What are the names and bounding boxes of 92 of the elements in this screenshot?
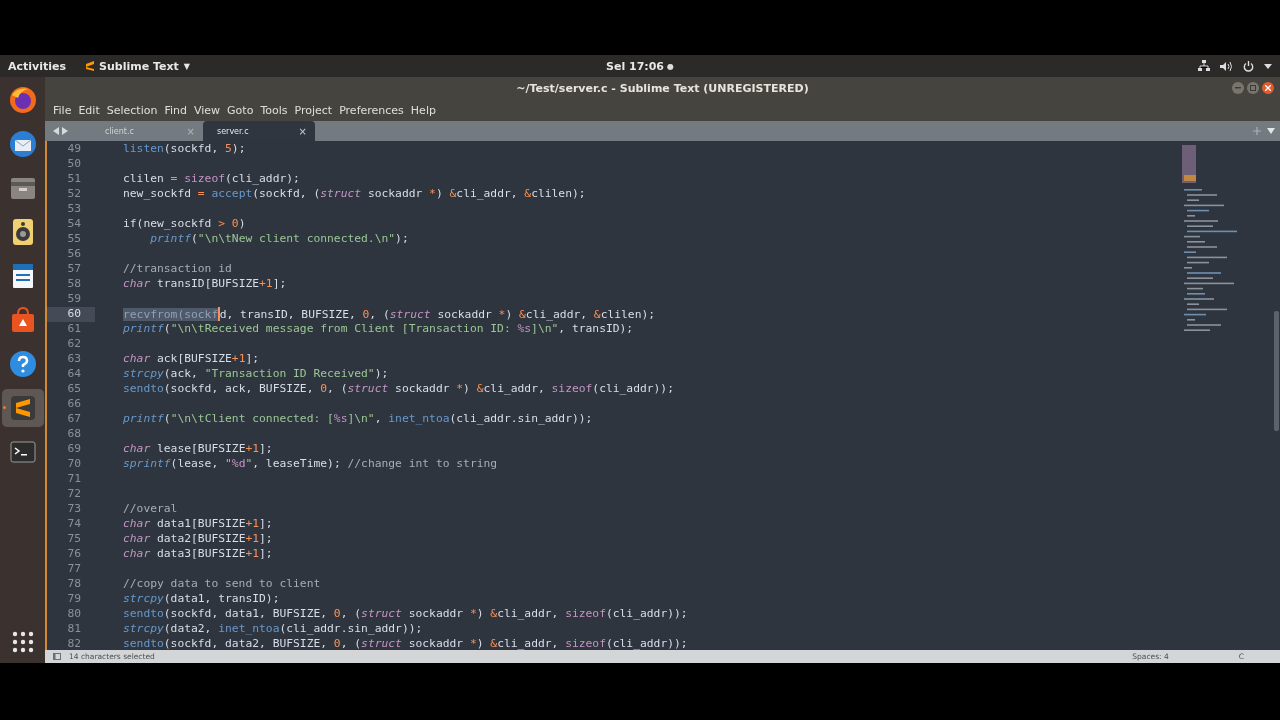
code-line: clilen = sizeof(cli_addr);: [123, 172, 300, 187]
line-number: 64: [66, 367, 82, 382]
back-arrow-icon[interactable]: [53, 127, 59, 135]
code-line: char data2[BUFSIZE+1];: [123, 532, 273, 547]
line-number: 70: [66, 457, 82, 472]
dock-item[interactable]: [1, 389, 44, 427]
minimize-button[interactable]: [1232, 82, 1244, 94]
line-number: 66: [66, 397, 82, 412]
line-number: 77: [66, 562, 82, 577]
window-title: ~/Test/server.c - Sublime Text (UNREGISTERED): [516, 82, 809, 95]
line-number: 74: [66, 517, 82, 532]
line-number: 63: [66, 352, 82, 367]
code-line: printf("\n\tClient connected: [%s]\n", inet_ntoa(cli_addr.sin_addr));: [123, 412, 593, 427]
forward-arrow-icon[interactable]: [62, 127, 68, 135]
line-number: 67: [66, 412, 82, 427]
code-line: strcpy(data2, inet_ntoa(cli_addr.sin_addr));: [123, 622, 423, 637]
menu-item[interactable]: Goto: [224, 104, 257, 117]
code-line: char data3[BUFSIZE+1];: [123, 547, 273, 562]
help-icon[interactable]: [7, 349, 38, 379]
line-number: 52: [66, 187, 82, 202]
menu-item[interactable]: View: [191, 104, 224, 117]
line-number: 54: [66, 217, 82, 232]
code-line: char transID[BUFSIZE+1];: [123, 277, 287, 292]
clock[interactable]: Sel 17:06 ●: [606, 59, 674, 73]
menu-item[interactable]: Preferences: [336, 104, 407, 117]
menu-item[interactable]: File: [50, 104, 75, 117]
mail-icon[interactable]: [7, 129, 38, 159]
close-button[interactable]: [1262, 82, 1274, 94]
code-line: printf("\n\tNew client connected.\n");: [149, 232, 409, 247]
code-line: //overal: [123, 502, 178, 517]
tab-close-button[interactable]: ×: [298, 125, 307, 137]
code-line: sendto(sockfd, data1, BUFSIZE, 0, (struct sockaddr *) &cli_addr, sizeof(cli_addr));: [123, 607, 688, 622]
volume-icon[interactable]: [1220, 60, 1233, 72]
line-number: 65: [66, 382, 82, 397]
code-line: strcpy(ack, "Transaction ID Received");: [123, 367, 389, 382]
globe-icon[interactable]: [7, 85, 38, 115]
line-number: 49: [66, 142, 82, 157]
close-icon: [1265, 85, 1271, 91]
code-line: if(new_sockfd > 0): [123, 217, 246, 232]
line-number: 82: [66, 637, 82, 650]
line-number: 60: [47, 307, 95, 322]
code-line: sprintf(lease, "%d", leaseTime); //change int to string: [123, 457, 498, 472]
code-line: sendto(sockfd, ack, BUFSIZE, 0, (struct sockaddr *) &cli_addr, sizeof(cli_addr));: [123, 382, 674, 397]
menu-item[interactable]: Edit: [75, 104, 103, 117]
tab[interactable]: server.c ×: [203, 121, 315, 141]
line-number: 51: [66, 172, 82, 187]
line-number: 59: [66, 292, 82, 307]
network-icon[interactable]: [1198, 60, 1210, 72]
menu-item[interactable]: Help: [407, 104, 439, 117]
code-line: printf("\n\tReceived message from Client [Transaction ID: %s]\n", transID);: [123, 322, 634, 337]
menu-item[interactable]: Selection: [103, 104, 161, 117]
line-number: 56: [66, 247, 82, 262]
app-menu[interactable]: Sublime Text ▼: [86, 59, 190, 73]
code-line: char data1[BUFSIZE+1];: [123, 517, 273, 532]
panel-toggle-icon[interactable]: [53, 653, 61, 660]
code-line: recvfrom(sockfd, transID, BUFSIZE, 0, (struct sockaddr *) &cli_addr, &clilen);: [123, 307, 656, 322]
menu-item[interactable]: Find: [161, 104, 190, 117]
line-number: 55: [66, 232, 82, 247]
app-logo-icon: [86, 61, 95, 71]
code-line: listen(sockfd, 5);: [123, 142, 246, 157]
code-line: char ack[BUFSIZE+1];: [123, 352, 260, 367]
line-number: 58: [66, 277, 82, 292]
minus-icon: [1235, 87, 1241, 89]
apps-grid-icon[interactable]: [11, 631, 34, 653]
line-number: 69: [66, 442, 82, 457]
line-number: 78: [66, 577, 82, 592]
line-number: 57: [66, 262, 82, 277]
code-line: new_sockfd = accept(sockfd, (struct sockaddr *) &cli_addr, &clilen);: [123, 187, 586, 202]
line-number: 50: [66, 157, 82, 172]
menu-item[interactable]: Project: [291, 104, 336, 117]
line-number: 72: [66, 487, 82, 502]
line-number: 61: [66, 322, 82, 337]
code-line: char lease[BUFSIZE+1];: [123, 442, 273, 457]
line-number: 53: [66, 202, 82, 217]
line-number: 71: [66, 472, 82, 487]
line-number: 73: [66, 502, 82, 517]
code-line: //transaction id: [123, 262, 232, 277]
code-line: sendto(sockfd, data2, BUFSIZE, 0, (struct sockaddr *) &cli_addr, sizeof(cli_addr));: [123, 637, 688, 650]
line-number: 68: [66, 427, 82, 442]
code-line: strcpy(data1, transID);: [123, 592, 280, 607]
caret-icon[interactable]: [1264, 63, 1272, 69]
line-number: 80: [66, 607, 82, 622]
line-number: 75: [66, 532, 82, 547]
line-number: 81: [66, 622, 82, 637]
menu-item[interactable]: Tools: [257, 104, 291, 117]
line-number: 76: [66, 547, 82, 562]
line-number: 79: [66, 592, 82, 607]
power-icon[interactable]: [1243, 60, 1254, 72]
activities-button[interactable]: Activities: [8, 59, 67, 73]
code-line: //copy data to send to client: [123, 577, 321, 592]
scrollbar-thumb[interactable]: [1274, 311, 1279, 431]
line-number: 62: [66, 337, 82, 352]
